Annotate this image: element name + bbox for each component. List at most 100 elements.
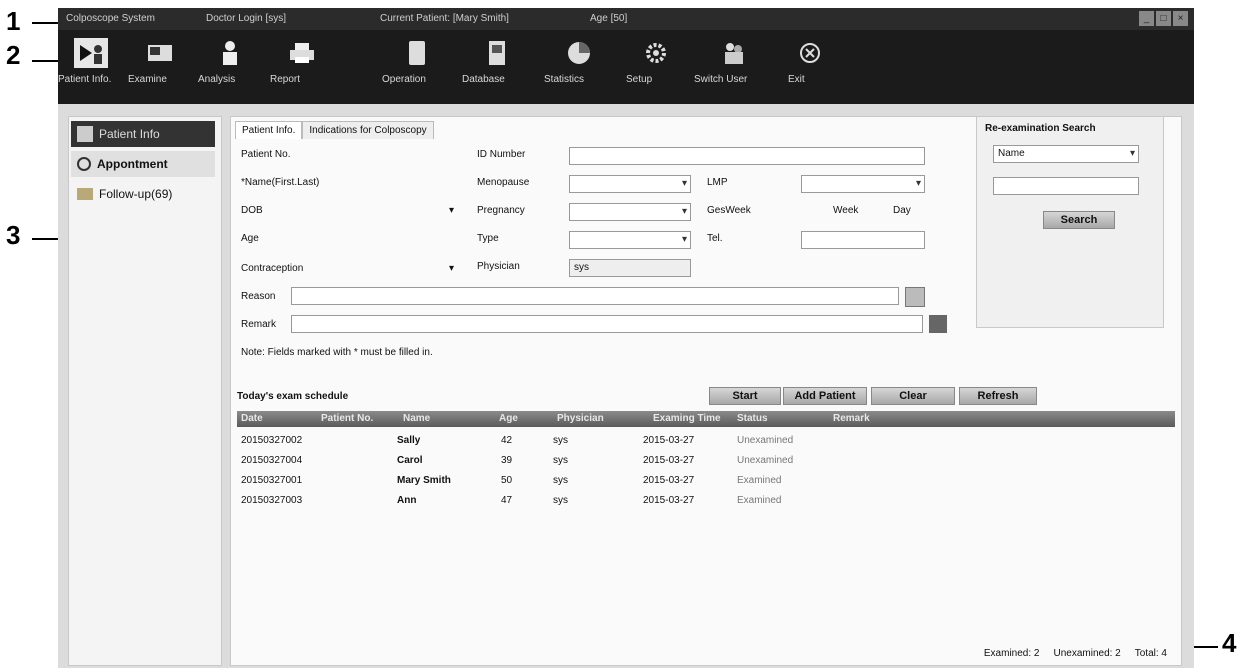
menopause-select[interactable] — [569, 175, 691, 193]
column-header[interactable]: Examing Time — [653, 411, 721, 427]
sidebar-item-label: Appontment — [97, 157, 168, 171]
start-button[interactable]: Start — [709, 387, 781, 405]
toolbar-label: Report — [270, 74, 301, 85]
toolbar-report[interactable]: Report — [270, 30, 334, 104]
refresh-button[interactable]: Refresh — [959, 387, 1037, 405]
column-header[interactable]: Physician — [557, 411, 604, 427]
patient-no-cell: 20150327004 — [241, 455, 303, 466]
examined-count: Examined: 2 — [983, 648, 1040, 659]
folder-icon — [77, 188, 93, 200]
physician-label: Physician — [477, 261, 520, 272]
search-field-select[interactable]: Name — [993, 145, 1139, 163]
sidebar-item-follow-up[interactable]: Follow-up(69) — [71, 181, 215, 207]
patient-no-cell: 20150327002 — [241, 435, 303, 446]
sidebar-item-patient-info[interactable]: Patient Info — [71, 121, 215, 147]
reason-label: Reason — [241, 291, 276, 302]
app-title: Colposcope System — [66, 13, 155, 24]
patient-no-cell: 20150327001 — [241, 475, 303, 486]
toolbar-label: Switch User — [694, 74, 748, 85]
table-row[interactable]: 20150327003 Ann 47 sys 2015-03-27 Examin… — [237, 491, 1175, 511]
table-row[interactable]: 20150327004 Carol 39 sys 2015-03-27 Unex… — [237, 451, 1175, 471]
age-cell: 47 — [501, 495, 513, 506]
exam-time-cell: 2015-03-27 — [643, 495, 695, 506]
switch-user-icon — [719, 38, 749, 68]
toolbar-switch-user[interactable]: Switch User — [694, 30, 774, 104]
dob-dropdown-icon[interactable]: ▾ — [449, 205, 454, 216]
close-icon[interactable]: × — [1173, 11, 1188, 26]
physician-cell: sys — [553, 495, 568, 506]
name-cell: Sally — [397, 435, 421, 446]
menopause-label: Menopause — [477, 177, 530, 188]
search-input[interactable] — [993, 177, 1139, 195]
type-select[interactable] — [569, 231, 691, 249]
reason-browse-icon[interactable] — [905, 287, 925, 307]
physician-cell: sys — [553, 435, 568, 446]
toolbar-setup[interactable]: Setup — [626, 30, 686, 104]
toolbar-statistics[interactable]: Statistics — [544, 30, 614, 104]
toolbar-database[interactable]: Database — [462, 30, 532, 104]
physician-cell: sys — [553, 455, 568, 466]
remark-expand-icon[interactable] — [929, 315, 947, 333]
search-button[interactable]: Search — [1043, 211, 1115, 229]
contraception-dropdown-icon[interactable]: ▾ — [449, 263, 454, 274]
reason-field[interactable] — [291, 287, 899, 305]
callout-2: 2 — [6, 40, 21, 70]
callout-1: 1 — [6, 6, 21, 36]
toolbar-label: Exit — [788, 74, 805, 85]
pregnancy-label: Pregnancy — [477, 205, 525, 216]
toolbar-exit[interactable]: Exit — [788, 30, 832, 104]
table-row[interactable]: 20150327002 Sally 42 sys 2015-03-27 Unex… — [237, 431, 1175, 451]
toolbar-analysis[interactable]: Analysis — [198, 30, 262, 104]
doctor-login: Doctor Login [sys] — [206, 13, 287, 24]
column-header[interactable]: Age — [499, 411, 518, 427]
add-patient-button[interactable]: Add Patient — [783, 387, 867, 405]
clear-button[interactable]: Clear — [871, 387, 955, 405]
column-header[interactable]: Patient No. — [321, 411, 373, 427]
week-label: Week — [833, 205, 859, 216]
exam-time-cell: 2015-03-27 — [643, 435, 695, 446]
dob-label: DOB — [241, 205, 263, 216]
toolbar-examine[interactable]: Examine — [128, 30, 192, 104]
lmp-select[interactable] — [801, 175, 925, 193]
gesweek-label: GesWeek — [707, 205, 751, 216]
contraception-label: Contraception — [241, 263, 304, 274]
schedule-header: Date Patient No. Name Age Physician Exam… — [237, 411, 1175, 427]
lmp-label: LMP — [707, 177, 728, 188]
tab-patient-info[interactable]: Patient Info. — [235, 121, 303, 139]
age-cell: 39 — [501, 455, 513, 466]
maximize-icon[interactable]: □ — [1156, 11, 1171, 26]
minimize-icon[interactable]: _ — [1139, 11, 1154, 26]
left-sidebar: Patient Info Appontment Follow-up(69) — [68, 116, 222, 666]
column-header[interactable]: Remark — [833, 411, 870, 427]
pregnancy-select[interactable] — [569, 203, 691, 221]
toolbar-label: Examine — [128, 74, 167, 85]
patient-age: Age [50] — [590, 13, 628, 24]
id-number-label: ID Number — [477, 149, 526, 160]
remark-field[interactable] — [291, 315, 923, 333]
tel-field[interactable] — [801, 231, 925, 249]
tab-indications[interactable]: Indications for Colposcopy — [302, 121, 434, 139]
exam-summary: Examined: 2 Unexamined: 2 Total: 4 — [984, 648, 1167, 659]
column-header[interactable]: Name — [403, 411, 430, 427]
column-header[interactable]: Date — [241, 411, 263, 427]
window-controls: _ □ × — [1139, 11, 1188, 26]
column-header[interactable]: Status — [737, 411, 768, 427]
analysis-icon — [215, 38, 245, 68]
printer-icon — [287, 38, 317, 68]
gear-icon — [641, 38, 671, 68]
title-bar: Colposcope System Doctor Login [sys] Cur… — [58, 8, 1194, 30]
toolbar-patient-info[interactable]: Patient Info. — [58, 30, 124, 104]
id-number-field[interactable] — [569, 147, 925, 165]
table-row[interactable]: 20150327001 Mary Smith 50 sys 2015-03-27… — [237, 471, 1175, 491]
toolbar-label: Patient Info. — [58, 74, 112, 85]
toolbar-label: Setup — [626, 74, 653, 85]
toolbar-label: Statistics — [544, 74, 585, 85]
sidebar-item-appointment[interactable]: Appontment — [71, 151, 215, 177]
age-cell: 50 — [501, 475, 513, 486]
callout-3: 3 — [6, 220, 21, 250]
remark-label: Remark — [241, 319, 277, 330]
physician-field[interactable]: sys — [569, 259, 691, 277]
status-cell: Examined — [737, 475, 782, 486]
tel-label: Tel. — [707, 233, 723, 244]
toolbar-operation[interactable]: Operation — [382, 30, 452, 104]
